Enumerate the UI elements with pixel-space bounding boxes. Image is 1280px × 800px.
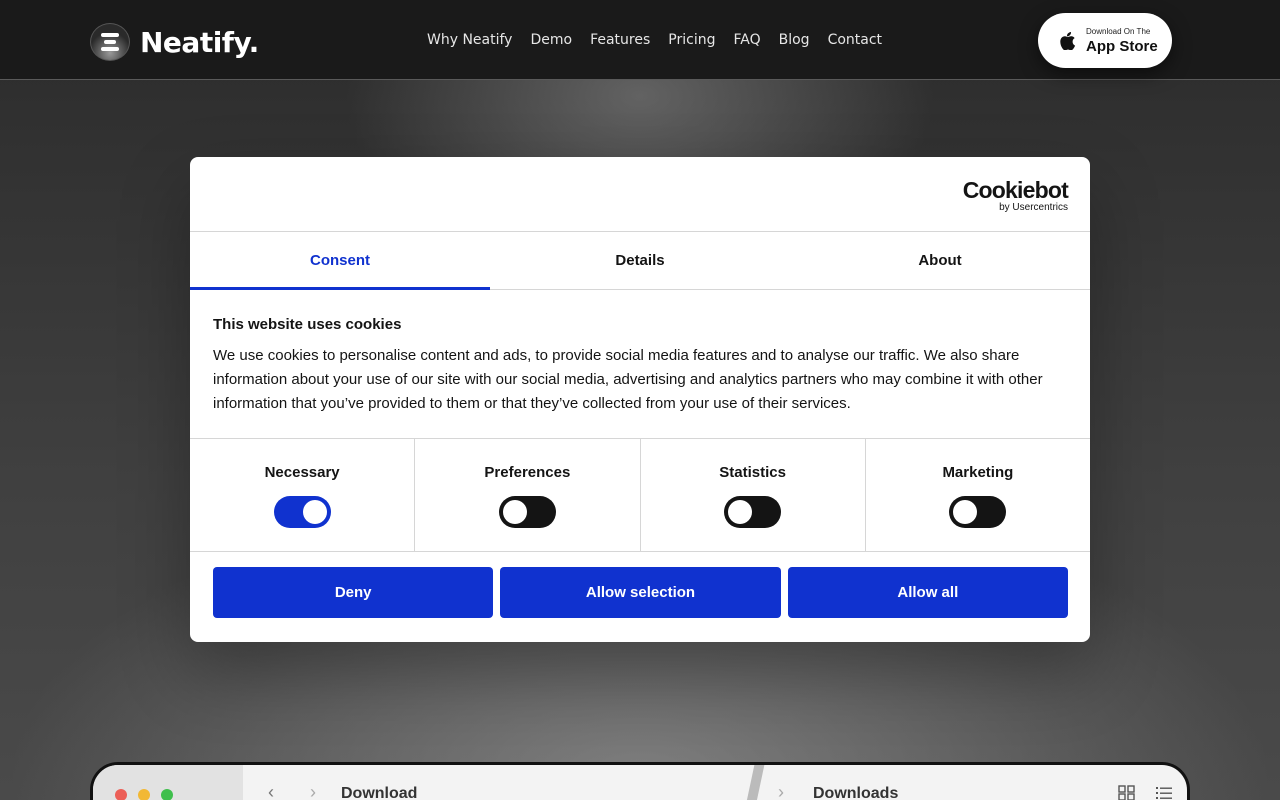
marketing-toggle[interactable] [949,496,1007,528]
category-label: Marketing [942,464,1014,481]
list-view-icon [1156,787,1172,799]
preview-split-divider [740,765,766,800]
category-necessary: Necessary [190,439,416,551]
app-store-button[interactable]: Download On The App Store [1038,13,1172,68]
main-nav: Why Neatify Demo Features Pricing FAQ Bl… [427,32,882,48]
nav-features[interactable]: Features [590,32,650,48]
preferences-toggle[interactable] [498,496,556,528]
toggle-knob [728,500,753,524]
nav-demo[interactable]: Demo [530,32,572,48]
cookiebot-byline: by Usercentrics [999,202,1068,213]
site-logo[interactable]: Neatify. [90,22,259,62]
nav-contact[interactable]: Contact [828,32,882,48]
apple-icon [1060,31,1076,50]
consent-body: This website uses cookies We use cookies… [190,290,1090,439]
site-header: Neatify. Why Neatify Demo Features Prici… [0,0,1280,80]
consent-description: We use cookies to personalise content an… [213,347,1043,412]
consent-actions: Deny Allow selection Allow all [190,552,1090,618]
neatify-logo-icon [90,23,130,61]
consent-heading: This website uses cookies [213,316,402,333]
category-preferences: Preferences [415,439,641,551]
toggle-knob [302,500,327,524]
tab-about[interactable]: About [790,232,1090,289]
deny-button[interactable]: Deny [213,567,494,618]
cookiebot-name: Cookiebot [962,177,1069,203]
preview-right-title: Downloads [813,785,899,800]
app-store-label: App Store [1086,37,1158,55]
app-preview-window: ‹ › Download › Downloads [90,762,1190,800]
tab-consent[interactable]: Consent [190,232,490,290]
cookie-consent-dialog: Cookiebot by Usercentrics Consent Detail… [190,157,1090,642]
category-label: Necessary [264,464,340,481]
necessary-toggle[interactable] [273,496,331,528]
window-close-dot [115,789,127,800]
nav-why-neatify[interactable]: Why Neatify [427,32,512,48]
window-zoom-dot [161,789,173,800]
category-marketing: Marketing [866,439,1090,551]
category-label: Statistics [719,464,786,481]
allow-all-button[interactable]: Allow all [787,567,1068,618]
toggle-knob [953,500,978,524]
preview-left-title: Download [341,785,418,800]
tab-details[interactable]: Details [490,232,790,289]
forward-arrow-icon-right: › [778,782,784,800]
nav-faq[interactable]: FAQ [733,32,760,48]
grid-view-icon [1118,785,1135,800]
dialog-header: Cookiebot by Usercentrics [190,157,1090,232]
category-statistics: Statistics [641,439,866,551]
cookie-categories: Necessary Preferences Statistics Marketi… [190,439,1090,552]
app-store-caption: Download On The [1086,26,1151,36]
nav-blog[interactable]: Blog [779,32,810,48]
cookiebot-logo[interactable]: Cookiebot by Usercentrics [962,177,1069,213]
category-label: Preferences [484,464,571,481]
back-arrow-icon: ‹ [268,782,274,800]
statistics-toggle[interactable] [724,496,782,528]
allow-selection-button[interactable]: Allow selection [500,567,781,618]
window-minimize-dot [138,789,150,800]
logo-text: Neatify. [140,25,259,59]
nav-pricing[interactable]: Pricing [668,32,715,48]
forward-arrow-icon: › [310,782,316,800]
toggle-knob [502,500,527,524]
dialog-tabs: Consent Details About [190,232,1090,290]
